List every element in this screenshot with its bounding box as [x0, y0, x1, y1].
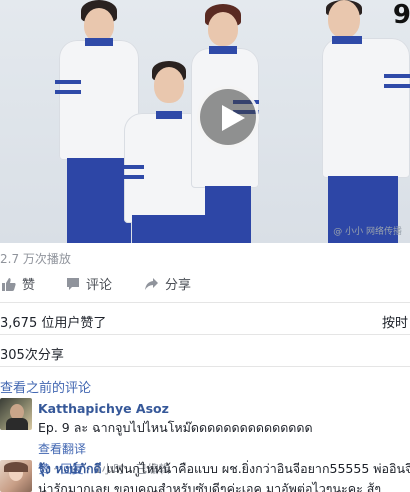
comment-author[interactable]: รุ้ง หงษ์ภักดี — [38, 461, 102, 476]
share-button[interactable]: 分享 — [144, 274, 191, 293]
share-icon — [145, 277, 158, 290]
comment-icon — [67, 277, 79, 290]
comment-text-continued: น่ารักมากเลย ขอบคุณสำหรับซับดีๆค่ะเอค มา… — [38, 481, 382, 492]
see-translation-link[interactable]: 查看翻译 — [38, 440, 410, 457]
video-thumbnail[interactable]: 9 @ 小小 网络传播 — [0, 0, 410, 243]
divider — [0, 334, 410, 335]
comment-item: รุ้ง หงษ์ภักดี แฟนกูไห่หน้าคือแบบ ผช.ยิ่… — [0, 458, 410, 492]
view-earlier-comments-link[interactable]: 查看之前的评论 — [0, 377, 91, 396]
person-figure — [318, 0, 410, 243]
comment-item: Katthapichye Asoz Ep. 9 ละ ฉากจูบไปไหนโห… — [0, 398, 410, 476]
play-button[interactable] — [197, 86, 259, 148]
comment-label: 评论 — [86, 278, 113, 293]
comment-text: แฟนกูไห่หน้าคือแบบ ผช.ยิ่งกว่าอินจีอยาก5… — [106, 461, 410, 476]
sort-toggle[interactable]: 按时 — [382, 312, 408, 331]
like-button[interactable]: 赞 — [2, 274, 35, 293]
avatar[interactable] — [0, 460, 32, 492]
likes-count[interactable]: 3,675 位用户赞了 — [0, 312, 106, 331]
divider — [0, 366, 410, 367]
like-label: 赞 — [22, 278, 36, 293]
divider — [0, 302, 410, 303]
watermark: @ 小小 网络传播 — [333, 227, 402, 237]
thumbs-up-icon — [2, 277, 16, 291]
share-label: 分享 — [165, 278, 192, 293]
action-bar: 赞 评论 分享 — [0, 274, 410, 296]
play-icon — [222, 105, 245, 131]
view-count: 2.7 万次播放 — [0, 252, 71, 266]
comment-button[interactable]: 评论 — [66, 274, 112, 293]
shares-count[interactable]: 305次分享 — [0, 344, 64, 363]
comment-author[interactable]: Katthapichye Asoz — [38, 401, 169, 416]
video-corner-label: 9 — [392, 0, 410, 30]
avatar[interactable] — [0, 398, 32, 430]
comment-text: Ep. 9 ละ ฉากจูบไปไหนโหม๊ดดดดดดดดดดดดดดด — [38, 420, 313, 435]
